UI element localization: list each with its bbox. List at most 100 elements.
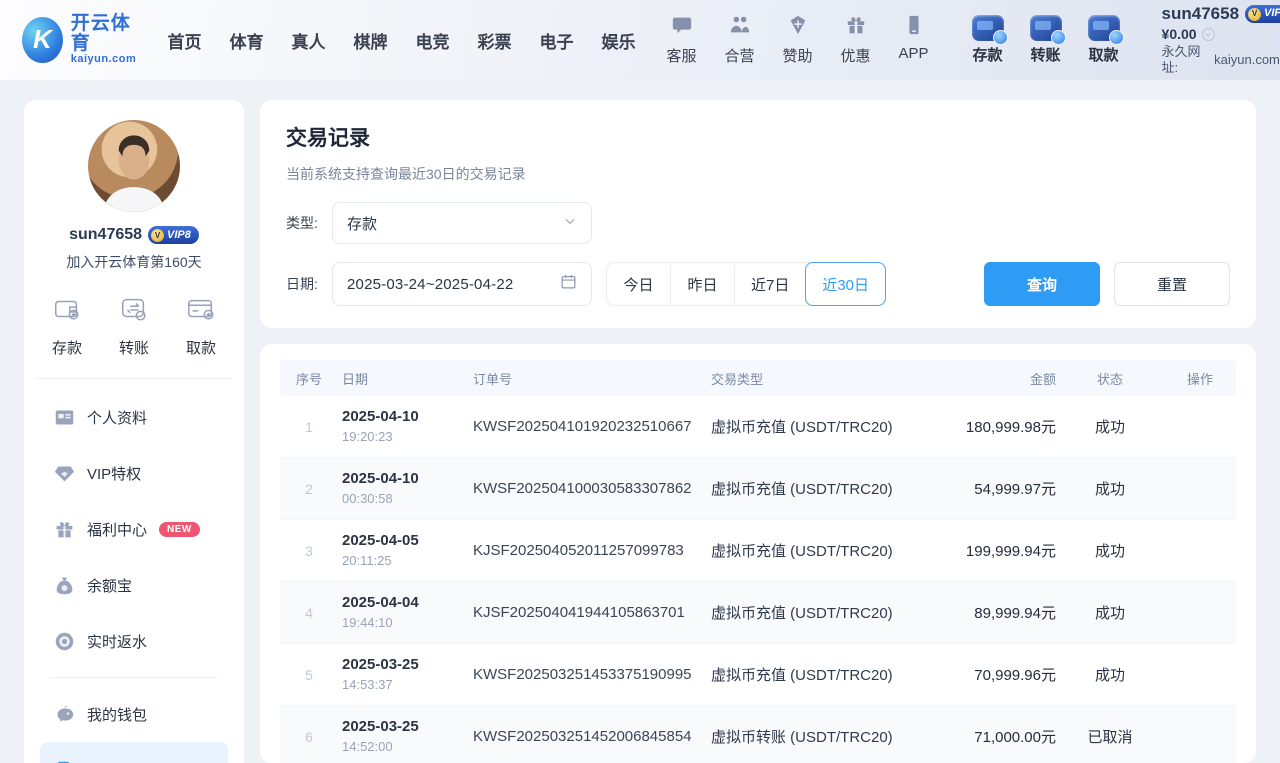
app-download-button[interactable]: APP: [894, 14, 934, 66]
nav-live[interactable]: 真人: [292, 28, 326, 53]
header-date: 日期: [338, 369, 473, 388]
sidebar-item-welfare[interactable]: 福利中心 NEW: [40, 501, 228, 557]
row-status: 成功: [1056, 664, 1164, 685]
sidebar: sun47658 V VIP8 加入开云体育第160天 存款 转账 取款: [24, 100, 244, 763]
nav-slots[interactable]: 电子: [540, 28, 574, 53]
people-icon: [729, 14, 751, 41]
row-status: 已取消: [1056, 726, 1164, 747]
nav-chess[interactable]: 棋牌: [354, 28, 388, 53]
deposit-button[interactable]: 存款: [966, 15, 1010, 65]
row-time-value: 19:20:23: [342, 429, 393, 444]
range-last7-button[interactable]: 近7日: [735, 263, 806, 305]
row-date-value: 2025-04-05: [342, 532, 419, 549]
header-index: 序号: [280, 369, 338, 388]
utility-group: 客服 合营 赞助 优惠 APP: [662, 14, 934, 66]
table-header: 序号 日期 订单号 交易类型 金额 状态 操作: [280, 360, 1236, 396]
row-amount: 71,000.00元: [906, 726, 1056, 747]
sidebar-item-rebate[interactable]: 实时返水: [40, 613, 228, 669]
row-transaction-type: 虚拟币充值 (USDT/TRC20): [711, 664, 906, 685]
row-index: 1: [280, 419, 338, 435]
gift-icon: [845, 14, 867, 41]
search-button[interactable]: 查询: [984, 262, 1100, 306]
header-amount: 金额: [906, 369, 1056, 388]
transfer-button[interactable]: 转账: [1024, 15, 1068, 65]
new-badge: NEW: [159, 522, 200, 537]
brand-logo[interactable]: K 开云体育 kaiyun.com: [22, 14, 142, 65]
sidebar-item-profile[interactable]: 个人资料: [40, 389, 228, 445]
user-info: sun47658 V VIP8 ¥0.00 永久网址: kaiyun.com: [1162, 3, 1280, 76]
vip-shield-icon: V: [151, 229, 164, 242]
table-body: 1 2025-04-10 19:20:23 KWSF20250410192023…: [280, 396, 1236, 763]
money-bag-icon: [54, 575, 75, 596]
sidebar-deposit-button[interactable]: 存款: [52, 294, 82, 358]
row-time-value: 20:11:25: [342, 553, 392, 568]
table-row[interactable]: 3 2025-04-05 20:11:25 KJSF20250405201125…: [280, 520, 1236, 582]
nav-esports[interactable]: 电竞: [416, 28, 450, 53]
nav-home[interactable]: 首页: [168, 28, 202, 53]
filter-card: 交易记录 当前系统支持查询最近30日的交易记录 类型: 存款 日期: 2025-…: [260, 100, 1256, 328]
table-row[interactable]: 2 2025-04-10 00:30:58 KWSF20250410003058…: [280, 458, 1236, 520]
piggy-bank-icon: [54, 704, 75, 725]
username: sun47658: [1162, 3, 1240, 24]
type-select[interactable]: 存款: [332, 202, 592, 244]
promo-button[interactable]: 优惠: [836, 14, 876, 66]
range-yesterday-button[interactable]: 昨日: [671, 263, 735, 305]
row-status: 成功: [1056, 416, 1164, 437]
row-order-number: KWSF202504100030583307862: [473, 480, 711, 497]
row-amount: 70,999.96元: [906, 664, 1056, 685]
row-time-value: 19:44:10: [342, 615, 393, 630]
row-order-number: KWSF202504101920232510667: [473, 418, 711, 435]
rebate-coin-icon: [54, 631, 75, 652]
deposit-wallet-icon: [972, 15, 1004, 41]
table-row[interactable]: 4 2025-04-04 19:44:10 KJSF20250404194410…: [280, 582, 1236, 644]
date-range-input[interactable]: 2025-03-24~2025-04-22: [332, 262, 592, 306]
row-date-value: 2025-03-25: [342, 656, 419, 673]
sidebar-item-transaction-records[interactable]: 交易记录: [40, 742, 228, 763]
table-row[interactable]: 1 2025-04-10 19:20:23 KWSF20250410192023…: [280, 396, 1236, 458]
sidebar-withdraw-button[interactable]: 取款: [186, 294, 216, 358]
row-order-number: KJSF202504041944105863701: [473, 604, 711, 621]
row-date: 2025-03-25 14:52:00: [338, 717, 473, 756]
row-amount: 54,999.97元: [906, 478, 1056, 499]
row-status: 成功: [1056, 540, 1164, 561]
wallet-icon: [52, 294, 82, 329]
nav-entertainment[interactable]: 娱乐: [602, 28, 636, 53]
sidebar-item-vip[interactable]: VIP特权: [40, 445, 228, 501]
row-date: 2025-03-25 14:53:37: [338, 655, 473, 694]
row-index: 5: [280, 667, 338, 683]
profile-avatar[interactable]: [88, 120, 180, 212]
row-transaction-type: 虚拟币充值 (USDT/TRC20): [711, 540, 906, 561]
table-row[interactable]: 5 2025-03-25 14:53:37 KWSF20250325145337…: [280, 644, 1236, 706]
support-button[interactable]: 客服: [662, 14, 702, 66]
records-table: 序号 日期 订单号 交易类型 金额 状态 操作 1 2025-04-10 19:…: [280, 360, 1236, 763]
reset-button[interactable]: 重置: [1114, 262, 1230, 306]
table-row[interactable]: 6 2025-03-25 14:52:00 KWSF20250325145200…: [280, 706, 1236, 763]
page-subtitle: 当前系统支持查询最近30日的交易记录: [286, 164, 1230, 184]
profile-block: sun47658 V VIP8 加入开云体育第160天: [36, 120, 232, 272]
refresh-balance-icon[interactable]: [1202, 28, 1215, 41]
partner-button[interactable]: 合营: [720, 14, 760, 66]
nav-sports[interactable]: 体育: [230, 28, 264, 53]
row-amount: 89,999.94元: [906, 602, 1056, 623]
range-today-button[interactable]: 今日: [607, 263, 671, 305]
date-label: 日期:: [286, 274, 332, 294]
nav-lottery[interactable]: 彩票: [478, 28, 512, 53]
brand-logo-icon: K: [22, 17, 63, 63]
range-last30-button[interactable]: 近30日: [805, 262, 886, 306]
row-transaction-type: 虚拟币充值 (USDT/TRC20): [711, 602, 906, 623]
sidebar-transfer-button[interactable]: 转账: [119, 294, 149, 358]
sponsor-button[interactable]: 赞助: [778, 14, 818, 66]
shield-diamond-icon: [787, 14, 809, 41]
phone-icon: [903, 14, 925, 41]
header-action: 操作: [1164, 369, 1236, 388]
withdraw-button[interactable]: 取款: [1082, 15, 1126, 65]
row-date-value: 2025-04-10: [342, 408, 419, 425]
transfer-icon: [1030, 15, 1062, 41]
row-index: 4: [280, 605, 338, 621]
sidebar-item-wallet[interactable]: 我的钱包: [40, 686, 228, 742]
gift-icon: [54, 519, 75, 540]
header-status: 状态: [1056, 369, 1164, 388]
brand-domain: kaiyun.com: [71, 54, 142, 66]
sidebar-item-yuebao[interactable]: 余额宝: [40, 557, 228, 613]
row-status: 成功: [1056, 602, 1164, 623]
